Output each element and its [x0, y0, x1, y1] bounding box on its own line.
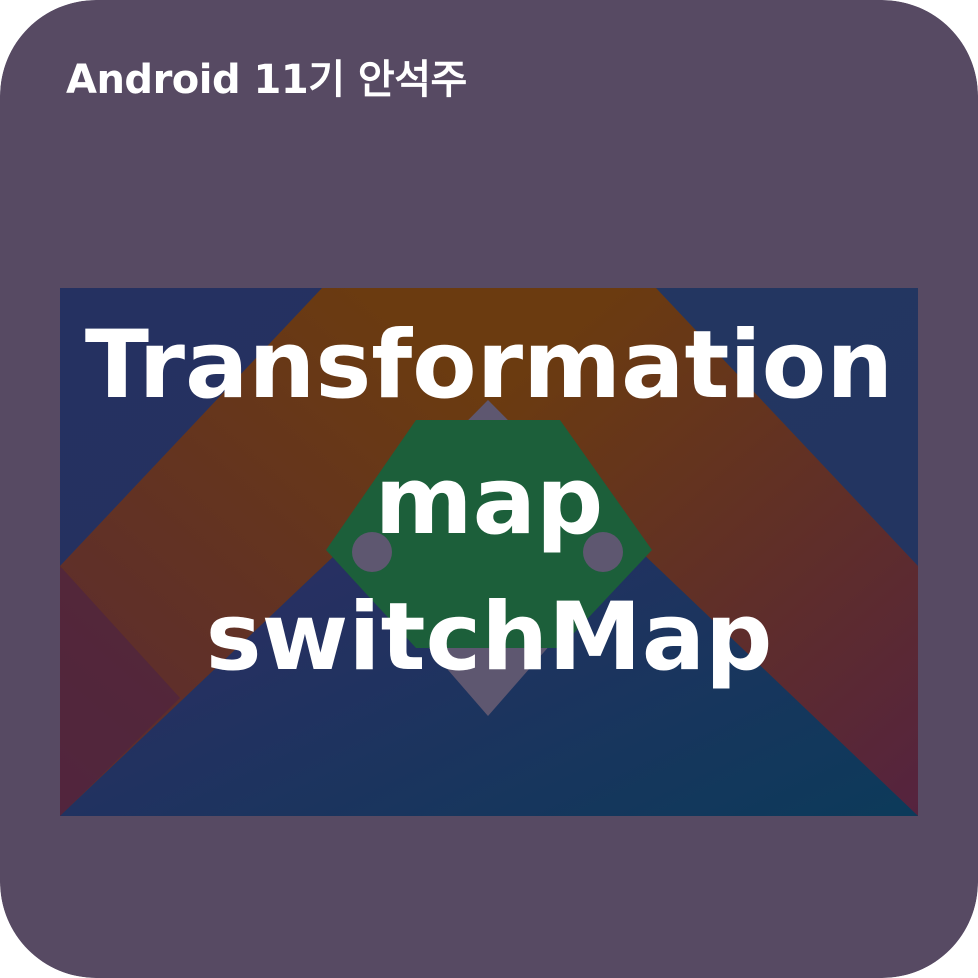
author-label: Android 11기 안석주: [66, 57, 467, 103]
thumbnail-card: Android 11기 안석주 Transformation map switc…: [0, 0, 978, 978]
banner-title: Transformation map switchMap: [60, 298, 918, 706]
title-line-switchmap: switchMap: [205, 583, 773, 692]
title-line-map: map: [374, 447, 604, 556]
title-line-transformation: Transformation: [84, 311, 894, 420]
banner-image: Transformation map switchMap: [60, 288, 918, 816]
